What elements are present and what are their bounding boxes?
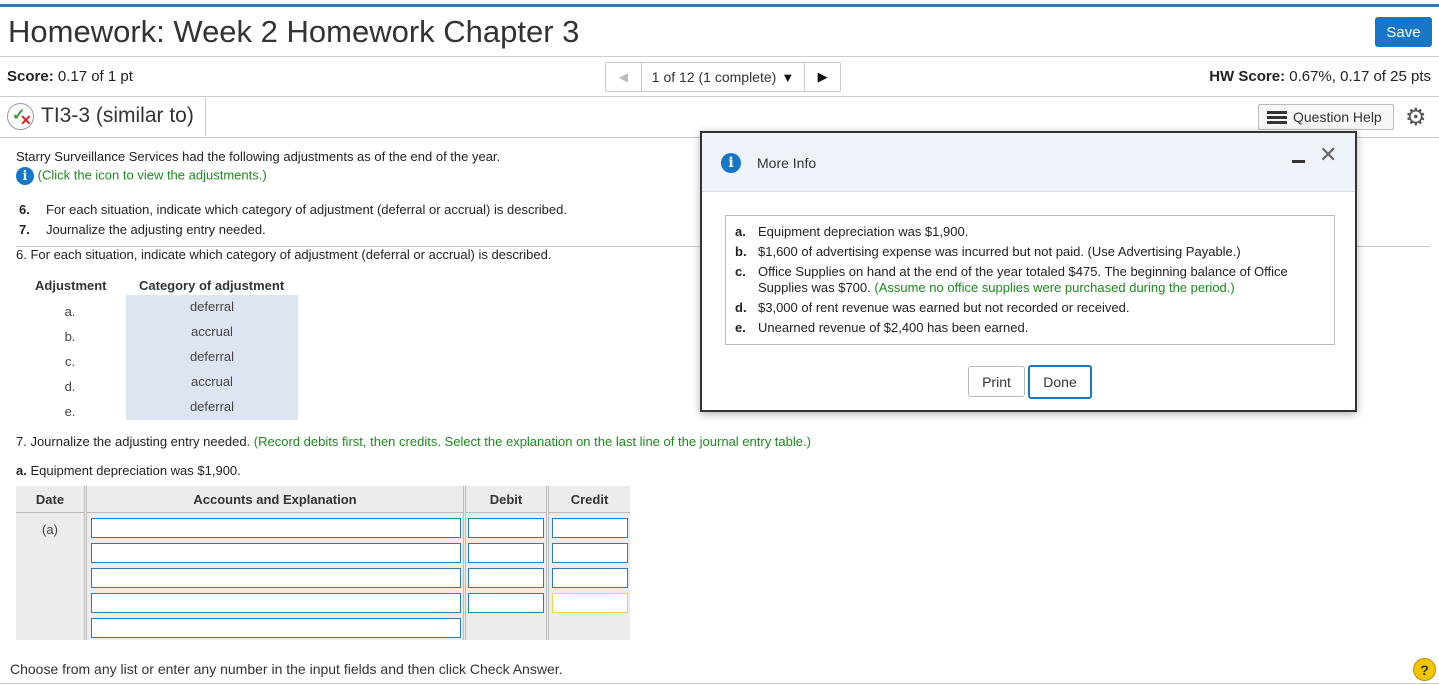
item-label: e. (735, 320, 746, 335)
score-display: Score: 0.17 of 1 pt (7, 68, 133, 85)
done-button[interactable]: Done (1028, 365, 1092, 399)
question-title: TI3-3 (similar to) (41, 104, 194, 127)
partial-credit-status-icon: ✓ ✕ (7, 103, 34, 130)
date-column-header: Date (16, 486, 84, 513)
item-text-wrapper: Office Supplies on hand at the end of th… (758, 264, 1313, 296)
divider (0, 56, 1439, 57)
adjustment-letter: e. (64, 404, 76, 419)
info-icon[interactable]: i (16, 167, 34, 185)
minimize-icon[interactable] (1292, 160, 1305, 163)
accounts-column-header: Accounts and Explanation (87, 486, 463, 513)
part-a-line: a. Equipment depreciation was $1,900. (16, 463, 241, 478)
question-help-button[interactable]: Question Help (1258, 104, 1394, 130)
entry-date: (a) (42, 522, 58, 537)
click-icon-text: (Click the icon to view the adjustments.… (37, 167, 267, 183)
problem-intro: Starry Surveillance Services had the fol… (16, 149, 501, 164)
question-help-label: Question Help (1293, 109, 1382, 125)
credit-input[interactable] (552, 518, 628, 538)
column-divider (463, 486, 466, 640)
divider (0, 683, 1439, 684)
debit-input[interactable] (468, 543, 544, 563)
item-label: c. (735, 264, 746, 279)
adjustment-letter: b. (64, 329, 76, 344)
item-note: (Assume no office supplies were purchase… (874, 280, 1235, 295)
dialog-title: More Info (757, 155, 817, 171)
category-select[interactable]: deferral (126, 395, 298, 420)
debit-input[interactable] (468, 518, 544, 538)
part7-note: (Record debits first, then credits. Sele… (253, 434, 811, 449)
more-info-dialog: i More Info ✕ a. Equipment depreciation … (700, 131, 1357, 412)
debit-column-header: Debit (466, 486, 546, 513)
req6-text: For each situation, indicate which categ… (46, 202, 567, 217)
adjustment-letter: d. (64, 379, 76, 394)
category-select[interactable]: deferral (126, 295, 298, 320)
save-button[interactable]: Save (1375, 17, 1432, 47)
credit-input[interactable] (552, 543, 628, 563)
req7-number: 7. (19, 222, 30, 237)
adjustments-list: a. Equipment depreciation was $1,900. b.… (725, 215, 1335, 345)
divider (205, 98, 206, 136)
hw-score-value: 0.67%, 0.17 of 25 pts (1285, 68, 1431, 85)
hw-score-display: HW Score: 0.67%, 0.17 of 25 pts (1209, 68, 1431, 85)
question-selector-dropdown[interactable]: 1 of 12 (1 complete) ▼ (642, 63, 805, 91)
credit-column-header: Credit (549, 486, 630, 513)
item-label: a. (735, 224, 746, 239)
category-select[interactable]: deferral (126, 345, 298, 370)
credit-input[interactable] (552, 593, 628, 613)
item-text: Unearned revenue of $2,400 has been earn… (758, 320, 1029, 335)
part7-heading-line: 7. Journalize the adjusting entry needed… (16, 434, 811, 449)
part-a-label: a. (16, 463, 27, 478)
item-text: $3,000 of rent revenue was earned but no… (758, 300, 1130, 315)
account-input[interactable] (91, 593, 461, 613)
info-icon: i (721, 153, 741, 173)
gear-icon[interactable]: ⚙ (1405, 103, 1427, 132)
part6-heading: 6. For each situation, indicate which ca… (16, 247, 552, 262)
dropdown-caret-icon: ▼ (781, 69, 795, 85)
category-select[interactable]: accrual (126, 370, 298, 395)
page-title: Homework: Week 2 Homework Chapter 3 (8, 14, 580, 49)
hw-score-label: HW Score: (1209, 68, 1286, 85)
adjustments-info-link[interactable]: i (Click the icon to view the adjustment… (16, 167, 267, 185)
category-select[interactable]: accrual (126, 320, 298, 345)
close-icon[interactable]: ✕ (1319, 143, 1337, 168)
score-label: Score: (7, 68, 54, 85)
item-text: $1,600 of advertising expense was incurr… (758, 244, 1241, 259)
account-input[interactable] (91, 543, 461, 563)
part7-heading: 7. Journalize the adjusting entry needed… (16, 434, 251, 449)
column-divider (84, 486, 87, 640)
adjustment-column-header: Adjustment (35, 278, 107, 293)
next-arrow-icon[interactable]: ▶ (804, 63, 840, 91)
account-input[interactable] (91, 568, 461, 588)
print-button[interactable]: Print (968, 366, 1025, 397)
explanation-input[interactable] (91, 618, 461, 638)
divider (0, 96, 1439, 97)
adjustment-letter: a. (64, 304, 76, 319)
category-column-header: Category of adjustment (139, 278, 285, 293)
req6-number: 6. (19, 202, 30, 217)
dialog-header: i More Info ✕ (702, 133, 1355, 192)
question-help-list-icon (1267, 109, 1287, 126)
help-icon[interactable]: ? (1413, 658, 1436, 681)
part-a-text: Equipment depreciation was $1,900. (30, 463, 241, 478)
debit-input[interactable] (468, 593, 544, 613)
footer-instruction: Choose from any list or enter any number… (10, 661, 563, 677)
journal-entry-table: Date Accounts and Explanation Debit Cred… (16, 486, 630, 640)
credit-input[interactable] (552, 568, 628, 588)
question-pager: ◀ 1 of 12 (1 complete) ▼ ▶ (605, 62, 841, 92)
prev-arrow-icon[interactable]: ◀ (606, 63, 642, 91)
item-text: Equipment depreciation was $1,900. (758, 224, 969, 239)
column-divider (546, 486, 549, 640)
score-value: 0.17 of 1 pt (53, 68, 133, 85)
top-accent-bar (0, 4, 1439, 7)
pager-text: 1 of 12 (1 complete) (651, 69, 777, 85)
debit-input[interactable] (468, 568, 544, 588)
item-label: b. (735, 244, 747, 259)
account-input[interactable] (91, 518, 461, 538)
adjustment-letter: c. (64, 354, 76, 369)
item-label: d. (735, 300, 747, 315)
req7-text: Journalize the adjusting entry needed. (46, 222, 266, 237)
